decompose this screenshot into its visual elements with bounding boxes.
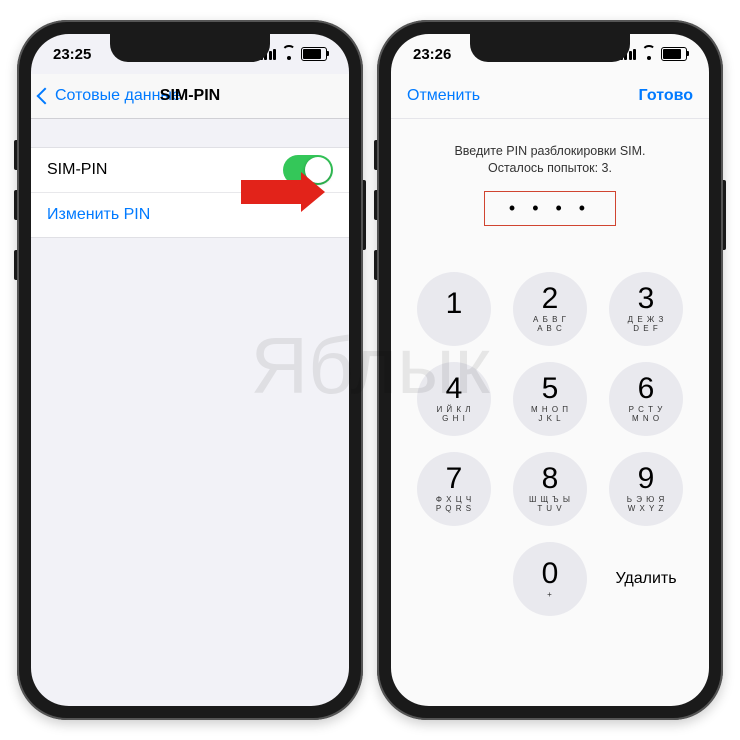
battery-icon: [661, 47, 687, 61]
key-2[interactable]: 2 А Б В Г A B C: [513, 272, 587, 346]
change-pin-label: Изменить PIN: [47, 206, 150, 224]
cancel-button[interactable]: Отменить: [407, 87, 480, 105]
screen-settings: 23:25 Сотовые данные SIM-PIN SIM-PIN: [31, 34, 349, 706]
status-time: 23:26: [413, 46, 473, 63]
screen-pin: 23:26 Отменить Готово Введите PIN разбло…: [391, 34, 709, 706]
key-6[interactable]: 6 Р С Т У M N O: [609, 362, 683, 436]
key-1[interactable]: 1: [417, 272, 491, 346]
battery-icon: [301, 47, 327, 61]
done-button[interactable]: Готово: [639, 87, 693, 105]
key-5[interactable]: 5 М Н О П J K L: [513, 362, 587, 436]
phone-frame-right: 23:26 Отменить Готово Введите PIN разбло…: [377, 20, 723, 720]
annotation-arrow-toggle: [241, 174, 325, 210]
notch: [470, 34, 630, 62]
key-9[interactable]: 9 Ь Э Ю Я W X Y Z: [609, 452, 683, 526]
nav-bar: Сотовые данные SIM-PIN: [31, 74, 349, 119]
sim-pin-label: SIM-PIN: [47, 161, 107, 179]
notch: [110, 34, 270, 62]
wifi-icon: [641, 49, 656, 60]
key-4[interactable]: 4 И Й К Л G H I: [417, 362, 491, 436]
key-8[interactable]: 8 Ш Щ Ъ Ы T U V: [513, 452, 587, 526]
back-button[interactable]: Сотовые данные: [31, 87, 181, 105]
key-0[interactable]: 0 +: [513, 542, 587, 616]
phone-frame-left: 23:25 Сотовые данные SIM-PIN SIM-PIN: [17, 20, 363, 720]
chevron-left-icon: [37, 88, 54, 105]
page-title: SIM-PIN: [160, 87, 220, 105]
pin-instruction: Введите PIN разблокировки SIM. Осталось …: [430, 143, 670, 177]
key-3[interactable]: 3 Д Е Ж З D E F: [609, 272, 683, 346]
keypad: 1 2 А Б В Г A B C 3 Д Е Ж З D E F 4: [411, 272, 689, 616]
wifi-icon: [281, 49, 296, 60]
status-time: 23:25: [53, 46, 113, 63]
key-blank: [417, 542, 491, 616]
key-7[interactable]: 7 Ф Х Ц Ч P Q R S: [417, 452, 491, 526]
pin-input[interactable]: • • • •: [484, 191, 616, 226]
pin-nav-bar: Отменить Готово: [391, 74, 709, 119]
delete-button[interactable]: Удалить: [609, 542, 683, 616]
